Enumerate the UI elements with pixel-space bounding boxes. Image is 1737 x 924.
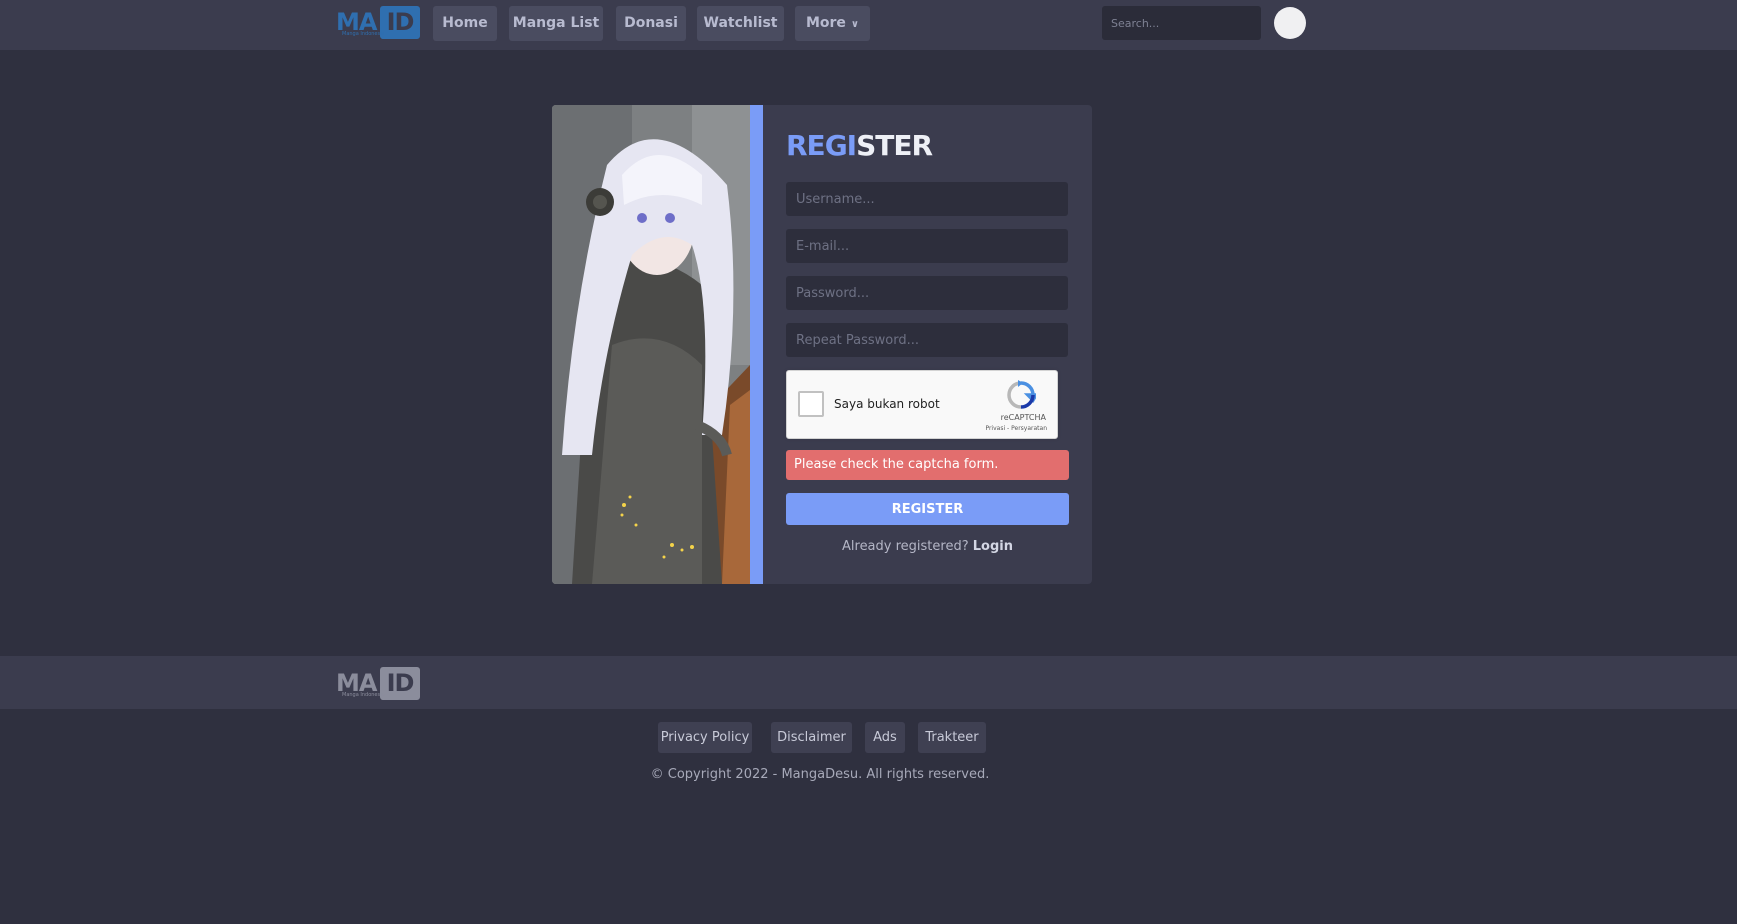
user-avatar[interactable] (1274, 7, 1306, 39)
footer-bar: MA ID Manga Indonesia (0, 656, 1737, 709)
logo-subtitle: Manga Indonesia (342, 31, 385, 37)
captcha-error-alert: Please check the captcha form. (786, 450, 1069, 480)
register-title-rest: STER (856, 129, 933, 162)
already-registered-text: Already registered? (842, 539, 969, 554)
register-button[interactable]: REGISTER (786, 493, 1069, 525)
nav-manga-list[interactable]: Manga List (509, 6, 603, 41)
chevron-down-icon: ∨ (850, 19, 860, 30)
footer-link-ads[interactable]: Ads (865, 722, 905, 753)
nav-more[interactable]: More ∨ (795, 6, 870, 41)
repeat-password-field[interactable] (786, 323, 1068, 357)
recaptcha-links[interactable]: Privasi - Persyaratan (985, 425, 1047, 432)
nav-watchlist[interactable]: Watchlist (697, 6, 784, 41)
footer-link-trakteer[interactable]: Trakteer (918, 722, 986, 753)
recaptcha-icon (1007, 380, 1036, 409)
login-link[interactable]: Login (973, 539, 1013, 554)
footer-logo[interactable]: MA ID Manga Indonesia (336, 667, 420, 700)
site-logo[interactable]: MA ID Manga Indonesia (336, 6, 420, 39)
recaptcha-label: Saya bukan robot (834, 397, 940, 411)
footer-logo-subtitle: Manga Indonesia (342, 692, 385, 698)
register-title: REGISTER (786, 129, 933, 162)
register-title-highlight: REGI (786, 129, 857, 162)
search-input[interactable] (1102, 6, 1261, 40)
already-registered: Already registered? Login (786, 539, 1069, 554)
email-field[interactable] (786, 229, 1068, 263)
footer-link-privacy-policy[interactable]: Privacy Policy (658, 722, 752, 753)
nav-donasi[interactable]: Donasi (616, 6, 686, 41)
footer-link-disclaimer[interactable]: Disclaimer (771, 722, 852, 753)
recaptcha-widget: Saya bukan robot reCAPTCHA Privasi - Per… (786, 370, 1058, 439)
register-card: REGISTER Saya bukan robot reCAPTCHA Priv… (552, 105, 1092, 584)
logo-badge: ID (380, 6, 420, 39)
password-field[interactable] (786, 276, 1068, 310)
illustration-image (552, 105, 750, 584)
nav-home[interactable]: Home (433, 6, 497, 41)
recaptcha-brand: reCAPTCHA (1000, 413, 1046, 422)
footer-logo-badge: ID (380, 667, 420, 700)
nav-more-label: More (805, 15, 846, 31)
username-field[interactable] (786, 182, 1068, 216)
recaptcha-checkbox[interactable] (798, 391, 824, 417)
copyright-text: © Copyright 2022 - MangaDesu. All rights… (650, 767, 990, 782)
accent-divider (750, 105, 763, 584)
anime-illustration (552, 105, 750, 584)
top-navbar: MA ID Manga Indonesia Home Manga List Do… (0, 0, 1737, 50)
